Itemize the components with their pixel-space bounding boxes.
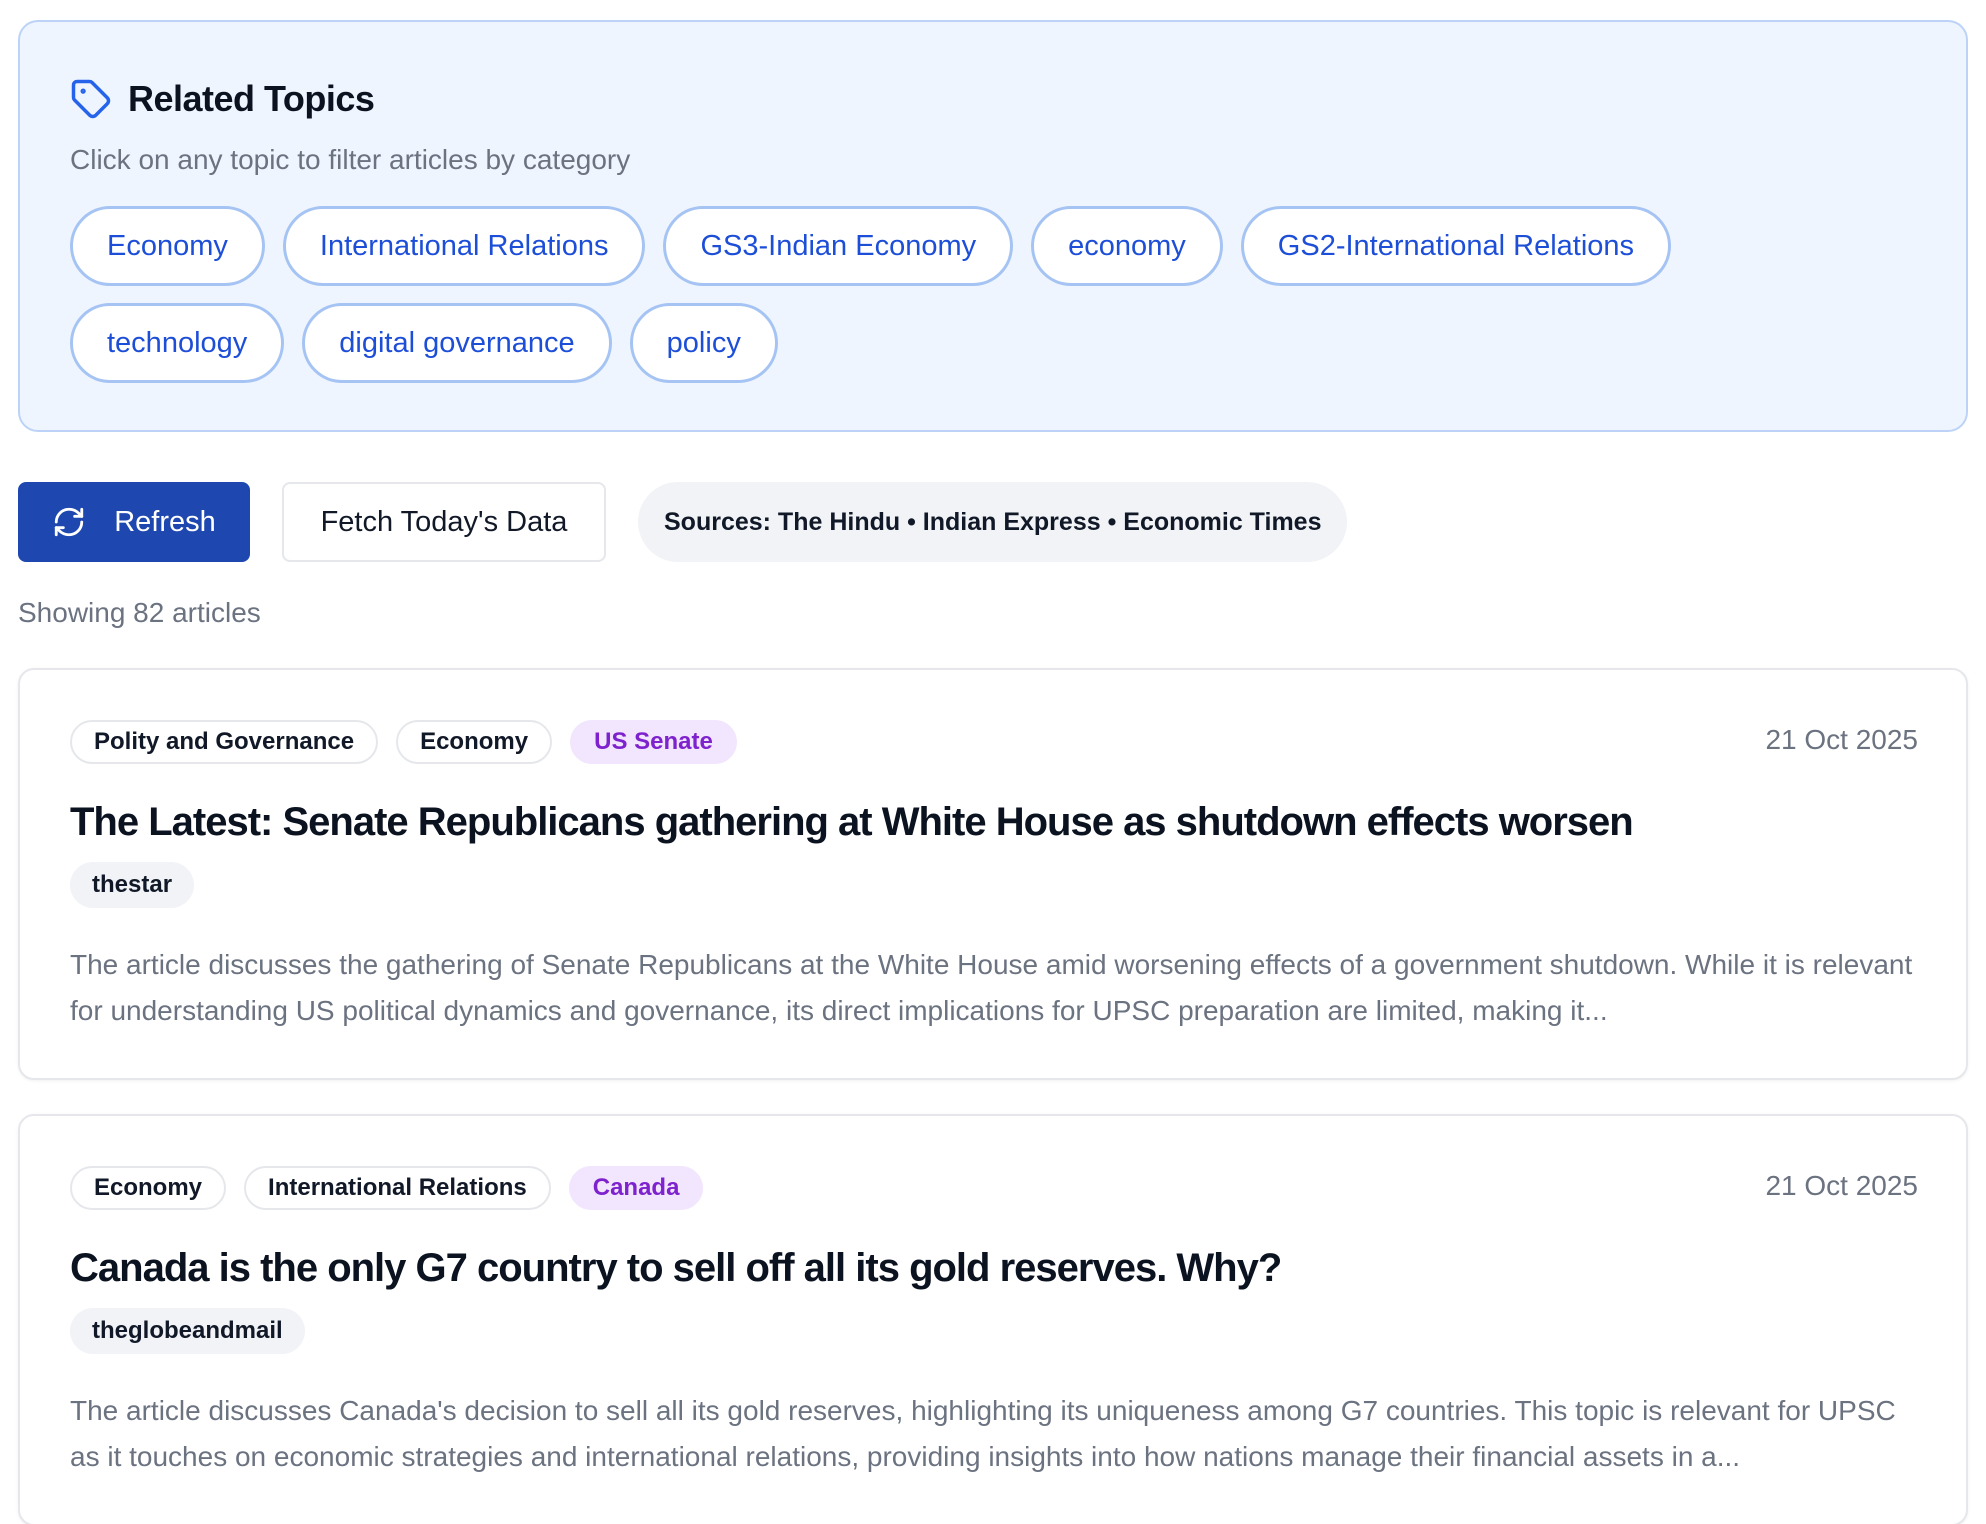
article-count: Showing 82 articles xyxy=(18,597,261,628)
refresh-button-label: Refresh xyxy=(114,505,216,538)
article-card[interactable]: Economy International Relations Canada 2… xyxy=(18,1114,1968,1524)
related-topics-header: Related Topics xyxy=(70,78,375,120)
article-date: 21 Oct 2025 xyxy=(1765,1170,1918,1201)
topic-chip-digital-governance[interactable]: digital governance xyxy=(302,303,612,383)
topic-chip-policy[interactable]: policy xyxy=(629,303,778,383)
topic-chip-economy-lowercase[interactable]: economy xyxy=(1031,206,1223,286)
article-tag: Economy xyxy=(396,720,553,764)
related-topics-subtitle: Click on any topic to filter articles by… xyxy=(70,144,631,175)
refresh-button[interactable]: Refresh xyxy=(18,482,250,562)
topic-chip-gs3-indian-economy[interactable]: GS3-Indian Economy xyxy=(663,206,1014,286)
topic-chip-international-relations[interactable]: International Relations xyxy=(282,206,646,286)
article-card[interactable]: Polity and Governance Economy US Senate … xyxy=(18,668,1968,1080)
topic-chip-gs2-international-relations[interactable]: GS2-International Relations xyxy=(1240,206,1672,286)
article-tag: International Relations xyxy=(244,1166,551,1210)
related-topics-title: Related Topics xyxy=(128,78,375,119)
article-date: 21 Oct 2025 xyxy=(1765,724,1918,755)
article-tags: Polity and Governance Economy US Senate xyxy=(70,720,737,764)
article-highlight-tag: Canada xyxy=(568,1166,704,1210)
topic-chip-row: technology digital governance policy xyxy=(70,303,778,383)
article-source: theglobeandmail xyxy=(70,1308,305,1354)
related-topics-panel: Related Topics Click on any topic to fil… xyxy=(18,20,1968,432)
sources-badge: Sources: The Hindu • Indian Express • Ec… xyxy=(638,482,1348,562)
article-title[interactable]: Canada is the only G7 country to sell of… xyxy=(70,1246,1282,1291)
article-tag: Economy xyxy=(70,1166,227,1210)
article-summary: The article discusses Canada's decision … xyxy=(70,1395,1896,1472)
toolbar: Refresh Fetch Today's Data Sources: The … xyxy=(18,482,1348,562)
article-title[interactable]: The Latest: Senate Republicans gathering… xyxy=(70,800,1634,845)
refresh-icon xyxy=(55,507,84,537)
fetch-today-button[interactable]: Fetch Today's Data xyxy=(282,482,606,562)
tag-icon xyxy=(71,79,111,119)
topic-chip-row: Economy International Relations GS3-Indi… xyxy=(70,206,1672,286)
article-summary: The article discusses the gathering of S… xyxy=(70,949,1913,1026)
article-tag: Polity and Governance xyxy=(70,720,379,764)
article-source: thestar xyxy=(70,862,195,908)
article-highlight-tag: US Senate xyxy=(570,720,737,764)
article-tags: Economy International Relations Canada xyxy=(70,1166,704,1210)
topic-chip-technology[interactable]: technology xyxy=(70,303,285,383)
topic-chip-economy[interactable]: Economy xyxy=(70,206,265,286)
